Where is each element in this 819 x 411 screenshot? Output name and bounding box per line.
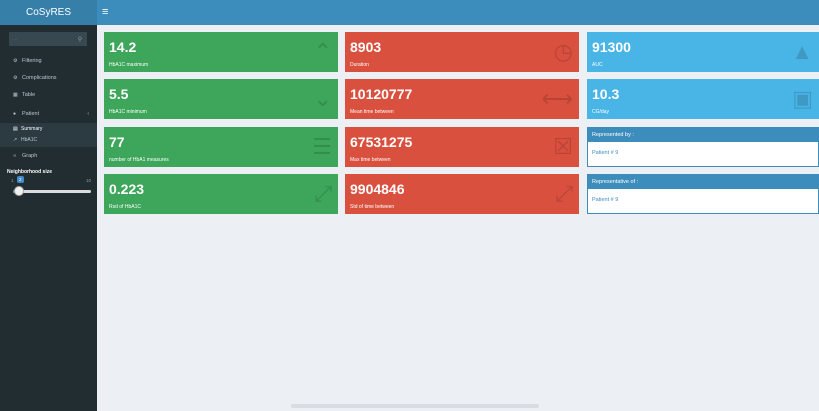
value-box-value: 14.2 xyxy=(109,39,137,55)
value-box-max-time-between: 67531275 Max time between ☒ xyxy=(345,127,579,167)
value-box-value: 10.3 xyxy=(592,86,620,102)
search-icon[interactable]: ⚲ xyxy=(73,32,87,46)
search-input[interactable] xyxy=(9,32,73,46)
area-chart-icon: ▲ xyxy=(791,39,813,64)
sidebar-item-label: Filtering xyxy=(22,58,42,64)
expand-icon: ⤢ xyxy=(555,181,573,206)
value-box-auc: 91300 AUC ▲ xyxy=(587,32,819,72)
arrows-horizontal-icon: ⟷ xyxy=(541,86,573,111)
value-box-duration: 8903 Duration ◷ xyxy=(345,32,579,72)
info-box-representative-of: Representative of : Patient # 9 xyxy=(587,174,819,214)
value-box-subtitle: AUC xyxy=(592,62,603,68)
sidebar-item-graph[interactable]: ∝ Graph xyxy=(0,150,97,162)
value-box-value: 77 xyxy=(109,134,125,150)
slider-max-label: 10 xyxy=(86,178,92,183)
value-box-subtitle: Max time between xyxy=(350,157,391,163)
submenu-item-label: Summary xyxy=(21,126,43,132)
sidebar: ⚲ ⚙ Filtering ⚙ Complications ▦ Table ● … xyxy=(0,25,97,411)
value-box-cg-day: 10.3 CG/day ▣ xyxy=(587,79,819,119)
value-box-hba1c-min: 5.5 HbA1C minimum ⌄ xyxy=(104,79,338,119)
neighborhood-slider-handle[interactable] xyxy=(14,186,24,196)
value-box-hba1-measures: 77 number of HbA1 measures ☰ xyxy=(104,127,338,167)
horizontal-scrollbar[interactable] xyxy=(291,404,539,408)
sidebar-item-label: Complications xyxy=(22,75,57,81)
chevron-up-icon: ⌃ xyxy=(313,39,332,64)
info-box-title: Represented by : xyxy=(588,128,818,142)
value-box-value: 91300 xyxy=(592,39,631,55)
sidebar-search: ⚲ xyxy=(9,32,87,46)
value-box-value: 10120777 xyxy=(350,86,413,102)
calendar-times-icon: ☒ xyxy=(553,134,573,159)
list-ol-icon: ☰ xyxy=(312,134,332,159)
value-box-subtitle: Mean time between xyxy=(350,109,394,115)
value-box-value: 67531275 xyxy=(350,134,413,150)
app-logo[interactable]: CoSyRES xyxy=(0,0,97,25)
table-icon: ▦ xyxy=(13,92,18,98)
value-box-subtitle: Rsd of HbA1C xyxy=(109,204,141,210)
value-box-hba1c-max: 14.2 HbA1C maximum ⌃ xyxy=(104,32,338,72)
user-icon: ● xyxy=(13,111,17,117)
value-box-rsd-hba1c: 0.223 Rsd of HbA1C ⤢ xyxy=(104,174,338,214)
value-box-subtitle: Std of time between xyxy=(350,204,395,210)
top-navbar: ≡ xyxy=(97,0,819,25)
info-box-title: Representative of : xyxy=(588,175,818,189)
sidebar-item-patient[interactable]: ● Patient ‹ xyxy=(0,108,97,120)
sidebar-item-label: Patient xyxy=(22,111,40,117)
value-box-subtitle: CG/day xyxy=(592,109,609,115)
submenu-item-summary[interactable]: ▤ Summary xyxy=(13,126,42,132)
sidebar-item-complications[interactable]: ⚙ Complications xyxy=(0,72,97,84)
info-box-body: Patient # 9 xyxy=(592,150,619,156)
slider-min-label: 1 xyxy=(11,178,14,183)
submenu-item-hba1c[interactable]: ↗ HbA1C xyxy=(13,137,37,143)
info-box-body: Patient # 9 xyxy=(592,197,619,203)
value-box-subtitle: HbA1C minimum xyxy=(109,109,147,115)
line-chart-icon: ↗ xyxy=(13,137,18,143)
neighborhood-slider-track[interactable] xyxy=(13,190,91,193)
app-title: CoSyRES xyxy=(25,7,71,18)
book-icon: ▣ xyxy=(792,86,813,111)
filter-icon: ⚙ xyxy=(13,58,18,64)
sidebar-toggle-icon[interactable]: ≡ xyxy=(102,6,108,18)
value-box-subtitle: HbA1C maximum xyxy=(109,62,149,68)
clock-icon: ◷ xyxy=(553,39,573,64)
sidebar-item-label: Table xyxy=(22,92,36,98)
sidebar-item-filtering[interactable]: ⚙ Filtering xyxy=(0,55,97,67)
slider-value-label: 2 xyxy=(17,176,24,183)
value-box-subtitle: Duration xyxy=(350,62,369,68)
summary-icon: ▤ xyxy=(13,126,18,132)
neighborhood-size-label: Neighborhood size xyxy=(7,169,52,175)
gears-icon: ⚙ xyxy=(13,75,18,81)
value-box-subtitle: number of HbA1 measures xyxy=(109,157,169,163)
value-box-std-time-between: 9904846 Std of time between ⤢ xyxy=(345,174,579,214)
info-box-represented-by: Represented by : Patient # 9 xyxy=(587,127,819,167)
share-icon: ∝ xyxy=(13,153,17,159)
sidebar-item-label: Graph xyxy=(22,153,38,159)
chevron-down-icon: ⌄ xyxy=(313,86,332,111)
value-box-value: 5.5 xyxy=(109,86,129,102)
value-box-value: 0.223 xyxy=(109,181,145,197)
value-box-mean-time-between: 10120777 Mean time between ⟷ xyxy=(345,79,579,119)
expand-icon: ⤢ xyxy=(314,181,332,206)
patient-submenu: ▤ Summary ↗ HbA1C xyxy=(0,123,97,147)
value-box-value: 9904846 xyxy=(350,181,405,197)
value-box-value: 8903 xyxy=(350,39,382,55)
chevron-left-icon: ‹ xyxy=(87,111,89,117)
submenu-item-label: HbA1C xyxy=(21,137,38,143)
sidebar-item-table[interactable]: ▦ Table xyxy=(0,89,97,101)
